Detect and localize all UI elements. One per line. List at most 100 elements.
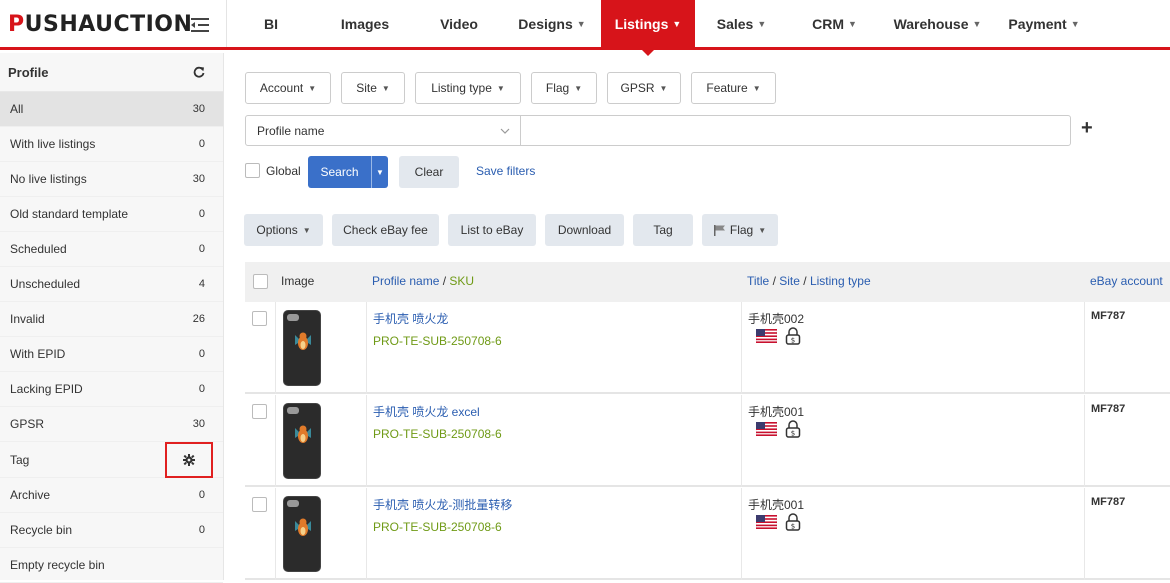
sidebar-item-count: 0 — [198, 243, 205, 255]
site-filter-dropdown[interactable]: Site ▼ — [341, 72, 405, 104]
sidebar-item-recycle-bin[interactable]: Recycle bin 0 — [0, 513, 223, 548]
search-button[interactable]: Search — [308, 156, 371, 188]
row-checkbox[interactable] — [252, 404, 267, 419]
product-thumbnail[interactable] — [283, 403, 321, 479]
logo-text: USHAUCTION — [24, 12, 193, 37]
row-checkbox[interactable] — [252, 311, 267, 326]
nav-designs[interactable]: Designs ▼ — [503, 0, 601, 47]
collapse-menu-icon[interactable] — [191, 16, 209, 34]
chevron-down-icon: ▼ — [302, 225, 311, 235]
tag-settings-button[interactable] — [165, 441, 213, 478]
search-field-select[interactable]: Profile name — [245, 115, 521, 146]
clear-button[interactable]: Clear — [399, 156, 459, 188]
sidebar-item-archive[interactable]: Archive 0 — [0, 478, 223, 513]
nav-video[interactable]: Video — [415, 0, 503, 47]
sort-sku[interactable]: SKU — [449, 274, 474, 288]
nav-label: CRM — [812, 15, 844, 32]
flag-icon — [713, 224, 725, 236]
lock-price-icon: $ — [785, 420, 801, 438]
refresh-icon[interactable] — [193, 66, 205, 78]
sidebar-item-count: 30 — [192, 173, 205, 185]
profile-name-link[interactable]: 手机壳 喷火龙-测批量转移 — [373, 496, 512, 513]
sidebar-item-label: Invalid — [10, 312, 45, 326]
nav-label: Images — [340, 15, 390, 32]
dropdown-label: GPSR — [620, 81, 655, 95]
lock-price-icon: $ — [785, 513, 801, 531]
search-options-dropdown[interactable]: ▼ — [371, 156, 388, 188]
sidebar-item-count: 0 — [198, 208, 205, 220]
sidebar-item-all[interactable]: All 30 — [0, 92, 223, 127]
tag-button[interactable]: Tag — [633, 214, 693, 246]
sidebar-item-tag[interactable]: Tag — [0, 441, 223, 478]
chevron-down-icon: ▼ — [757, 18, 767, 29]
sidebar-title: Profile — [8, 64, 49, 80]
sidebar-item-count: 0 — [198, 138, 205, 150]
dropdown-label: Flag — [545, 81, 570, 95]
top-navbar: PUSHAUCTION BI Images Video Designs ▼ Lis… — [0, 0, 1170, 56]
global-checkbox-group[interactable]: Global — [245, 163, 301, 178]
pushauction-logo[interactable]: PUSHAUCTION — [8, 12, 192, 37]
sidebar-item-old-standard-template[interactable]: Old standard template 0 — [0, 197, 223, 232]
row-checkbox[interactable] — [252, 497, 267, 512]
dropdown-label: Feature — [706, 81, 748, 95]
select-all-checkbox[interactable] — [253, 274, 268, 289]
profile-name-link[interactable]: 手机壳 喷火龙 — [373, 310, 448, 327]
sort-listing-type[interactable]: Listing type — [810, 274, 871, 288]
nav-images[interactable]: Images — [315, 0, 415, 47]
header-profile-name-sku: Profile name / SKU — [372, 274, 474, 288]
chevron-down-icon: ▼ — [376, 167, 384, 177]
nav-payment[interactable]: Payment ▼ — [994, 0, 1094, 47]
sidebar-item-label: With EPID — [10, 347, 66, 361]
sidebar-item-no-live-listings[interactable]: No live listings 30 — [0, 162, 223, 197]
sidebar-item-count: 0 — [198, 524, 205, 536]
button-label: Flag — [729, 223, 754, 237]
us-flag-icon — [756, 515, 777, 529]
svg-text:$: $ — [791, 430, 795, 438]
sidebar-item-count: 0 — [198, 348, 205, 360]
nav-bi[interactable]: BI — [227, 0, 315, 47]
sort-site[interactable]: Site — [779, 274, 800, 288]
flag-button[interactable]: Flag ▼ — [702, 214, 778, 246]
sort-title[interactable]: Title — [747, 274, 769, 288]
svg-text:$: $ — [791, 337, 795, 345]
sidebar-item-with-epid[interactable]: With EPID 0 — [0, 337, 223, 372]
sort-ebay-account[interactable]: eBay account — [1090, 274, 1163, 288]
select-value: Profile name — [257, 123, 325, 138]
list-to-ebay-button[interactable]: List to eBay — [448, 214, 536, 246]
sidebar-item-with-live-listings[interactable]: With live listings 0 — [0, 127, 223, 162]
download-button[interactable]: Download — [545, 214, 624, 246]
product-thumbnail[interactable] — [283, 496, 321, 572]
search-input[interactable] — [520, 115, 1071, 146]
header-separator: / — [799, 274, 810, 288]
sort-profile-name[interactable]: Profile name — [372, 274, 439, 288]
nav-label: Listings — [614, 15, 669, 32]
ebay-account-text: MF787 — [1091, 310, 1126, 322]
check-ebay-fee-button[interactable]: Check eBay fee — [332, 214, 439, 246]
add-filter-icon[interactable]: + — [1081, 117, 1093, 140]
nav-warehouse[interactable]: Warehouse ▼ — [881, 0, 994, 47]
sidebar-item-lacking-epid[interactable]: Lacking EPID 0 — [0, 372, 223, 407]
account-filter-dropdown[interactable]: Account ▼ — [245, 72, 331, 104]
feature-filter-dropdown[interactable]: Feature ▼ — [691, 72, 776, 104]
options-button[interactable]: Options ▼ — [244, 214, 323, 246]
global-checkbox[interactable] — [245, 163, 260, 178]
save-filters-link[interactable]: Save filters — [476, 164, 535, 178]
chevron-down-icon: ▼ — [381, 83, 390, 93]
nav-crm[interactable]: CRM ▼ — [788, 0, 881, 47]
sidebar-item-empty-recycle-bin[interactable]: Empty recycle bin — [0, 548, 223, 583]
sidebar-item-unscheduled[interactable]: Unscheduled 4 — [0, 267, 223, 302]
sidebar-header: Profile — [0, 53, 223, 92]
sidebar-item-invalid[interactable]: Invalid 26 — [0, 302, 223, 337]
nav-sales[interactable]: Sales ▼ — [695, 0, 788, 47]
nav-listings[interactable]: Listings ▼ — [601, 0, 695, 56]
gpsr-filter-dropdown[interactable]: GPSR ▼ — [607, 72, 681, 104]
profile-name-link[interactable]: 手机壳 喷火龙 excel — [373, 403, 480, 420]
listing-type-filter-dropdown[interactable]: Listing type ▼ — [415, 72, 521, 104]
image-cell — [275, 488, 367, 580]
sidebar-item-gpsr[interactable]: GPSR 30 — [0, 407, 223, 442]
sidebar-item-scheduled[interactable]: Scheduled 0 — [0, 232, 223, 267]
header-image: Image — [281, 274, 315, 288]
flag-filter-dropdown[interactable]: Flag ▼ — [531, 72, 597, 104]
listing-title: 手机壳001 — [748, 405, 805, 419]
product-thumbnail[interactable] — [283, 310, 321, 386]
